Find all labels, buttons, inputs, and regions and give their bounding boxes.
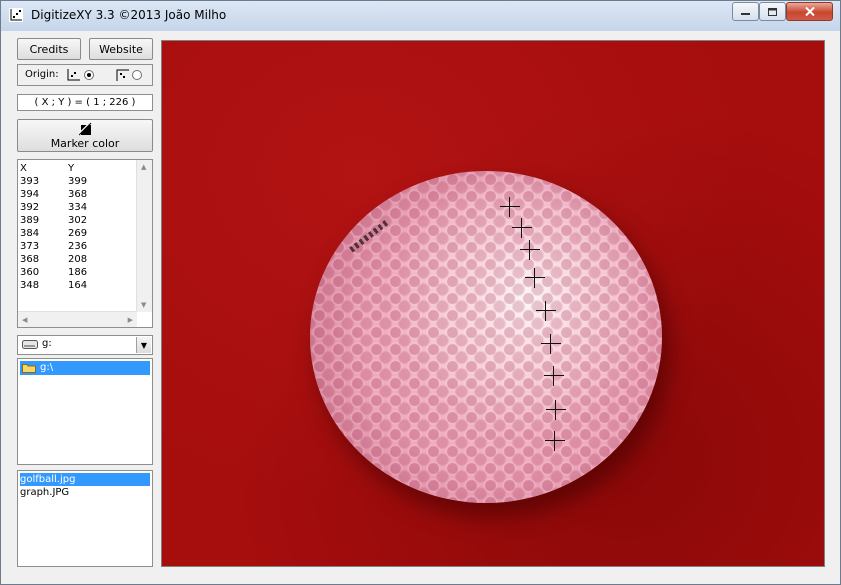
list-item[interactable]: graph.JPG bbox=[20, 486, 150, 499]
scroll-down-icon[interactable]: ▼ bbox=[141, 301, 146, 309]
origin-bottom-left-radio[interactable] bbox=[84, 70, 94, 80]
origin-top-left-radio[interactable] bbox=[132, 70, 142, 80]
image-canvas[interactable] bbox=[161, 40, 825, 567]
list-item[interactable]: 368 208 bbox=[20, 253, 87, 266]
origin-top-left-icon bbox=[116, 69, 129, 81]
minimize-button[interactable] bbox=[732, 2, 759, 21]
list-item[interactable]: golfball.jpg bbox=[20, 473, 150, 486]
point-marker[interactable] bbox=[545, 431, 565, 451]
minimize-icon bbox=[741, 12, 750, 15]
golf-ball bbox=[310, 171, 662, 503]
list-item[interactable]: 393 399 bbox=[20, 175, 87, 188]
point-marker[interactable] bbox=[546, 400, 566, 420]
scroll-up-icon[interactable]: ▲ bbox=[141, 163, 146, 171]
marker-color-icon bbox=[78, 121, 92, 136]
golf-ball-photo[interactable] bbox=[162, 41, 824, 566]
file-list[interactable]: golfball.jpg graph.JPG bbox=[17, 470, 153, 567]
point-marker[interactable] bbox=[541, 334, 561, 354]
directory-list[interactable]: g:\ bbox=[17, 358, 153, 465]
coordinates-readout: ( X ; Y ) = ( 1 ; 226 ) bbox=[17, 94, 153, 111]
point-marker[interactable] bbox=[512, 218, 532, 238]
chart-icon bbox=[9, 8, 23, 22]
website-button[interactable]: Website bbox=[89, 38, 153, 60]
list-item[interactable]: 394 368 bbox=[20, 188, 87, 201]
scroll-right-icon[interactable]: ▶ bbox=[128, 316, 133, 324]
point-marker[interactable] bbox=[500, 197, 520, 217]
folder-icon bbox=[22, 364, 36, 373]
origin-label: Origin: bbox=[25, 69, 59, 80]
window-title: DigitizeXY 3.3 ©2013 João Milho bbox=[31, 8, 227, 22]
origin-bottom-left-icon bbox=[67, 69, 80, 81]
list-item[interactable]: 384 269 bbox=[20, 227, 87, 240]
scroll-left-icon[interactable]: ◀ bbox=[22, 316, 27, 324]
marker-color-button[interactable]: Marker color bbox=[17, 119, 153, 152]
point-marker[interactable] bbox=[536, 301, 556, 321]
drive-select[interactable]: g: ▼ bbox=[17, 335, 153, 355]
list-item[interactable]: g:\ bbox=[20, 361, 150, 375]
points-vertical-scrollbar[interactable]: ▲ ▼ bbox=[136, 160, 152, 312]
point-marker[interactable] bbox=[525, 268, 545, 288]
marker-color-label: Marker color bbox=[50, 136, 120, 150]
close-icon bbox=[804, 7, 815, 16]
points-horizontal-scrollbar[interactable]: ◀ ▶ bbox=[18, 311, 137, 327]
list-item[interactable]: 360 186 bbox=[20, 266, 87, 279]
app-window: DigitizeXY 3.3 ©2013 João Milho Credits … bbox=[0, 0, 841, 585]
maximize-button[interactable] bbox=[759, 2, 786, 21]
title-bar[interactable]: DigitizeXY 3.3 ©2013 João Milho bbox=[1, 1, 840, 31]
point-marker[interactable] bbox=[544, 366, 564, 386]
points-list[interactable]: XY 393 399 394 368 392 334 389 302 384 269 37… bbox=[17, 159, 153, 328]
list-item[interactable]: 392 334 bbox=[20, 201, 87, 214]
list-item[interactable]: 373 236 bbox=[20, 240, 87, 253]
drive-value: g: bbox=[42, 338, 52, 349]
close-button[interactable] bbox=[786, 2, 833, 21]
client-area: Credits Website Origin: ( X ; Y ) = ( 1 … bbox=[8, 31, 833, 576]
drive-icon bbox=[22, 340, 38, 349]
chevron-down-icon[interactable]: ▼ bbox=[136, 337, 151, 353]
list-item[interactable]: 389 302 bbox=[20, 214, 87, 227]
points-header: XY bbox=[20, 163, 75, 174]
point-marker[interactable] bbox=[520, 240, 540, 260]
maximize-icon bbox=[768, 7, 777, 16]
list-item[interactable]: 348 164 bbox=[20, 279, 87, 292]
origin-group: Origin: bbox=[17, 64, 153, 86]
credits-button[interactable]: Credits bbox=[17, 38, 81, 60]
